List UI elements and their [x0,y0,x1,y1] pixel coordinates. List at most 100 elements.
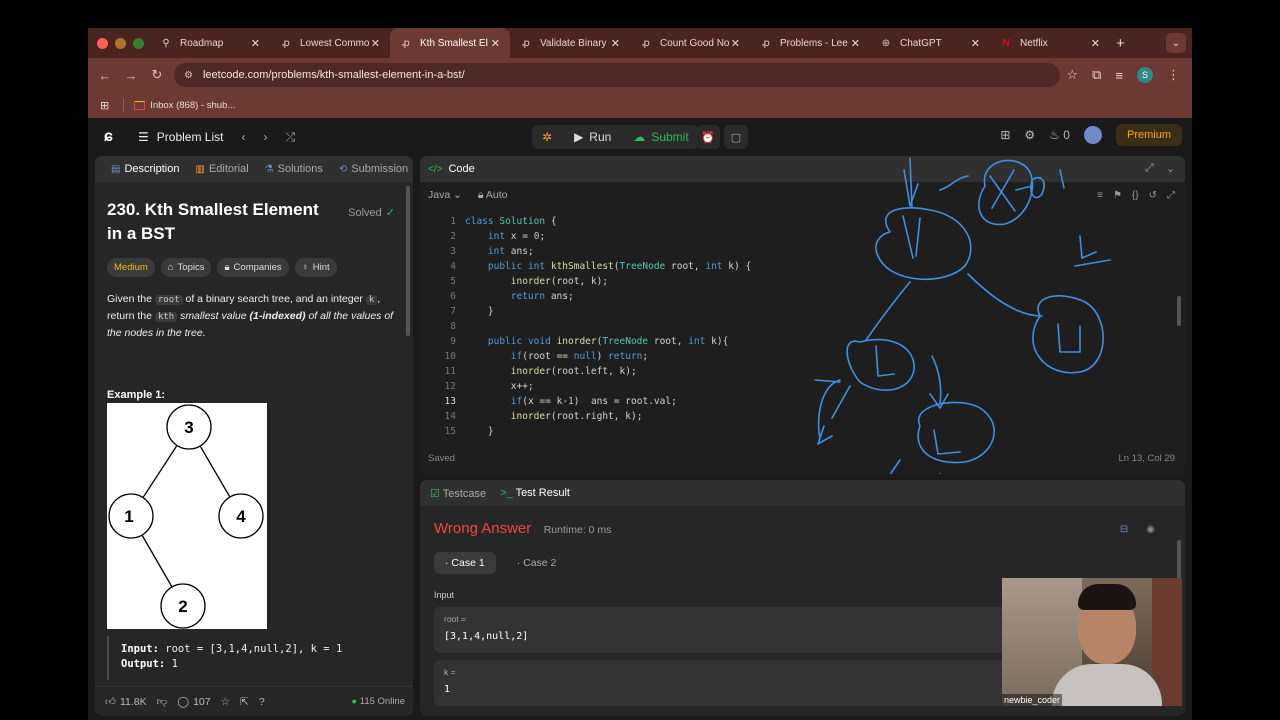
code-line[interactable]: 7 } [420,304,1180,319]
zoom-window-button[interactable] [133,37,144,49]
browser-tab[interactable]: ꝓ Problems - Lee ✕ [750,28,870,58]
tab-solutions[interactable]: ⚗ Solutions [259,163,329,175]
profile-avatar[interactable]: S [1137,67,1153,83]
minimize-window-button[interactable] [115,37,126,49]
browser-tab[interactable]: N Netflix ✕ [990,28,1110,58]
inline-code: kth [154,312,178,322]
extensions-icon[interactable]: ⧉ [1092,67,1101,83]
code-line[interactable]: 11 inorder(root.left, k); [420,364,1180,379]
tab-editorial[interactable]: ▥ Editorial [189,163,254,175]
reset-icon[interactable]: ↺ [1149,190,1157,201]
maximize-icon[interactable]: ⤢ [1145,162,1154,175]
browser-tab[interactable]: ꝓ Lowest Commo ✕ [270,28,390,58]
close-tab-icon[interactable]: ✕ [971,37,980,50]
tab-submissions[interactable]: ⟲ Submission [333,163,413,175]
code-line[interactable]: 13 if(x == k-1) ans = root.val; [420,394,1180,409]
bookmark-star-icon[interactable]: ☆ [1066,67,1078,83]
code-editor[interactable]: 1 class Solution {2 int x = 0; 3 int ans; 4… [420,214,1180,439]
close-tab-icon[interactable]: ✕ [731,37,740,50]
code-line[interactable]: 6 return ans; [420,289,1180,304]
browser-tab[interactable]: ꝓ Count Good No ✕ [630,28,750,58]
prev-problem-icon[interactable]: ‹ [241,130,245,144]
tab-description[interactable]: ▤ Description [105,163,185,175]
browser-tab[interactable]: ⊛ ChatGPT ✕ [870,28,990,58]
user-avatar[interactable] [1083,126,1102,144]
streak-counter[interactable]: ♨ 0 [1049,128,1070,142]
code-line[interactable]: 5 inorder(root, k); [420,274,1180,289]
thumbs-down-icon[interactable]: 👎︎ [157,695,168,708]
apps-grid-icon[interactable]: ⊞ [100,99,109,112]
address-bar[interactable]: ⚙ leetcode.com/problems/kth-smallest-ele… [174,63,1060,87]
code-line[interactable]: 4 public int kthSmallest(TreeNode root, … [420,259,1180,274]
code-line[interactable]: 1 class Solution { [420,214,1180,229]
shuffle-icon[interactable]: ⤮ [285,130,295,145]
next-problem-icon[interactable]: › [263,130,267,144]
code-line[interactable]: 15 } [420,424,1180,439]
notes-icon[interactable]: ▢ [724,125,748,149]
browser-tab[interactable]: ꝓ Validate Binary ✕ [510,28,630,58]
star-icon[interactable]: ☆ [221,696,230,708]
close-tab-icon[interactable]: ✕ [371,37,380,50]
problem-title[interactable]: 230. Kth Smallest Element in a BST [107,198,337,246]
settings-gear-icon[interactable]: ⚙ [1024,128,1035,142]
submit-button[interactable]: ☁ Submit [623,125,698,149]
tab-icon: ꝓ [282,37,290,49]
run-button[interactable]: ▶ Run [564,125,621,149]
code-line[interactable]: 3 int ans; [420,244,1180,259]
diff-icon[interactable]: ⊟ [1120,524,1128,535]
leetcode-logo-icon[interactable]: ɕ [104,128,120,146]
browser-tab[interactable]: ⚲ Roadmap ✕ [150,28,270,58]
hint-tag[interactable]: ♀ Hint [294,258,337,277]
like-button[interactable]: 👍︎ 11.8K [105,695,147,709]
media-icon[interactable]: ≡ [1115,68,1123,83]
tab-test-result[interactable]: >_ Test Result [500,487,570,499]
fullscreen-icon[interactable]: ⤢ [1167,190,1175,201]
menu-icon[interactable]: ⋮ [1167,67,1180,83]
chevron-down-icon[interactable]: ⌄ [1166,33,1186,53]
problem-list-link[interactable]: Problem List [157,130,224,144]
companies-tag[interactable]: 🔒︎ Companies [217,258,289,277]
close-tab-icon[interactable]: ✕ [611,37,620,50]
help-icon[interactable]: ? [259,696,265,708]
bookmark-icon[interactable]: ⚑ [1113,190,1122,201]
site-settings-icon[interactable]: ⚙ [184,70,193,81]
close-tab-icon[interactable]: ✕ [1091,37,1100,50]
code-line[interactable]: 9 public void inorder(TreeNode root, int… [420,334,1180,349]
share-icon[interactable]: ⇱ [240,696,249,708]
difficulty-badge[interactable]: Medium [107,258,155,277]
scrollbar[interactable] [1177,296,1181,326]
code-line[interactable]: 14 inorder(root.right, k); [420,409,1180,424]
back-icon[interactable]: ← [92,68,118,83]
close-tab-icon[interactable]: ✕ [491,37,500,50]
bookmark-gmail[interactable]: Inbox (868) - shub... [150,100,235,111]
code-line[interactable]: 8 [420,319,1180,334]
code-line[interactable]: 10 if(root == null) return; [420,349,1180,364]
debug-button[interactable]: ✲ [532,125,562,149]
close-tab-icon[interactable]: ✕ [851,37,860,50]
scrollbar[interactable] [406,186,410,336]
autocomplete-mode[interactable]: 🔒︎ Auto [478,189,508,202]
forward-icon[interactable]: → [118,68,144,83]
line-number: 15 [444,426,456,437]
format-icon[interactable]: ≡ [1097,190,1103,201]
code-line[interactable]: 2 int x = 0; [420,229,1180,244]
tab-testcase[interactable]: ☑ Testcase [430,487,486,500]
close-window-button[interactable] [97,37,108,49]
language-select[interactable]: Java ⌄ [428,189,462,201]
premium-button[interactable]: Premium [1115,124,1182,146]
case-tab[interactable]: · Case 2 [506,552,568,574]
comments-button[interactable]: ◯ 107 [177,696,210,708]
browser-tab-active[interactable]: ꝓ Kth Smallest El ✕ [390,28,510,58]
layout-icon[interactable]: ⊞ [1000,128,1010,142]
braces-icon[interactable]: {} [1132,190,1139,201]
new-tab-icon[interactable]: + [1116,35,1125,52]
collapse-icon[interactable]: ⌄ [1166,162,1175,175]
reload-icon[interactable]: ↻ [144,67,170,83]
close-tab-icon[interactable]: ✕ [251,37,260,50]
eye-icon[interactable]: ◉ [1146,524,1155,535]
timer-icon[interactable]: ⏰ [696,125,720,149]
code-line[interactable]: 12 x++; [420,379,1180,394]
topics-tag[interactable]: ⌂ Topics [160,258,212,277]
verdict-text: Wrong Answer [434,520,532,537]
case-tab[interactable]: · Case 1 [434,552,496,574]
